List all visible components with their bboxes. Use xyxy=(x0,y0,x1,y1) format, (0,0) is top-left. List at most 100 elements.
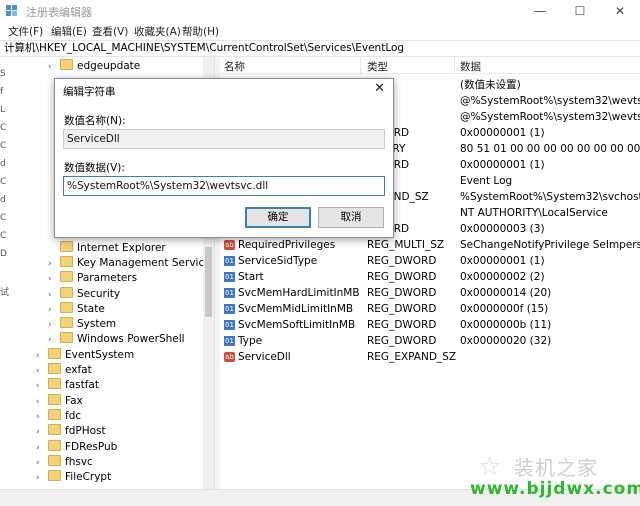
folder-icon xyxy=(48,470,61,481)
tree-item-key-management-service[interactable]: › Key Management Service xyxy=(48,256,211,271)
string-value-icon: ab xyxy=(224,352,235,362)
value-data-label: 数值数据(V): xyxy=(64,162,125,174)
menu-edit[interactable]: 编辑(E) xyxy=(51,24,87,39)
title-bar: 注册表编辑器 — ☐ ✕ xyxy=(0,0,640,22)
tree-item-state[interactable]: › State xyxy=(48,302,105,317)
maximize-button[interactable]: ☐ xyxy=(560,0,600,22)
expand-chevron-icon[interactable]: › xyxy=(48,272,60,287)
folder-icon xyxy=(48,424,61,435)
tree-item-windows-powershell[interactable]: › Windows PowerShell xyxy=(48,332,185,347)
expand-chevron-icon[interactable]: › xyxy=(48,288,60,303)
expand-chevron-icon[interactable]: › xyxy=(48,257,60,272)
tree-item-edgeupdate[interactable]: › edgeupdate xyxy=(48,59,140,74)
tree-item-parameters[interactable]: › Parameters xyxy=(48,271,137,286)
registry-editor-icon xyxy=(6,5,17,16)
tree-item-internet-explorer[interactable]: Internet Explorer xyxy=(48,241,166,256)
value-row[interactable]: 01 Type REG_DWORD 0x00000020 (32) xyxy=(220,333,640,349)
binary-value-icon: 01 xyxy=(224,304,235,314)
folder-icon xyxy=(60,332,73,343)
binary-value-icon: 01 xyxy=(224,320,235,330)
folder-icon xyxy=(60,317,73,328)
folder-icon xyxy=(48,455,61,466)
column-header-type[interactable]: 类型 xyxy=(367,59,388,74)
binary-value-icon: 01 xyxy=(224,336,235,346)
value-row[interactable]: ab ServiceDll REG_EXPAND_SZ xyxy=(220,349,640,365)
menu-help[interactable]: 帮助(H) xyxy=(182,24,219,39)
address-bar[interactable]: 计算机\HKEY_LOCAL_MACHINE\SYSTEM\CurrentCon… xyxy=(0,40,640,57)
ok-button[interactable]: 确定 xyxy=(245,207,311,228)
expand-chevron-icon[interactable]: › xyxy=(36,441,48,456)
folder-icon xyxy=(48,440,61,451)
folder-icon xyxy=(60,59,73,70)
expand-chevron-icon[interactable]: › xyxy=(36,395,48,410)
scrollbar-thumb[interactable] xyxy=(205,247,212,317)
binary-value-icon: 01 xyxy=(224,288,235,298)
value-name-field[interactable]: ServiceDll xyxy=(63,129,385,149)
tree-item-filecrypt[interactable]: › FileCrypt xyxy=(36,470,111,485)
tree-item-fdphost[interactable]: › fdPHost xyxy=(36,424,106,439)
folder-icon xyxy=(48,394,61,405)
value-name-label: 数值名称(N): xyxy=(64,115,126,127)
menu-file[interactable]: 文件(F) xyxy=(8,24,43,39)
tree-item-fdc[interactable]: › fdc xyxy=(36,409,81,424)
background-window-edge: S f L C C d C d C C D 试 xyxy=(0,57,10,489)
close-button[interactable]: ✕ xyxy=(600,0,640,22)
watermark: ☆ 装机之家 www.bjjdwx.com xyxy=(470,452,640,500)
value-row[interactable]: 01 ServiceSidType REG_DWORD 0x00000001 (1) xyxy=(220,253,640,269)
expand-chevron-icon[interactable]: › xyxy=(36,410,48,425)
menu-bar: 文件(F) 编辑(E) 查看(V) 收藏夹(A) 帮助(H) xyxy=(0,22,640,40)
watermark-site-name: 装机之家 xyxy=(514,456,598,480)
menu-favorites[interactable]: 收藏夹(A) xyxy=(134,24,181,39)
value-row[interactable]: ab RequiredPrivileges REG_MULTI_SZ SeChange… xyxy=(220,237,640,253)
folder-icon xyxy=(48,363,61,374)
expand-chevron-icon[interactable]: › xyxy=(48,303,60,318)
watermark-url: www.bjjdwx.com xyxy=(470,479,640,499)
column-divider[interactable] xyxy=(454,57,455,74)
value-data-input[interactable]: %SystemRoot%\System32\wevtsvc.dll xyxy=(63,176,385,196)
tree-item-eventsystem[interactable]: › EventSystem xyxy=(36,348,134,363)
folder-icon xyxy=(48,409,61,420)
tree-item-security[interactable]: › Security xyxy=(48,287,120,302)
expand-chevron-icon[interactable]: › xyxy=(48,318,60,333)
expand-chevron-icon[interactable]: › xyxy=(36,471,48,486)
column-divider[interactable] xyxy=(360,57,361,74)
value-row[interactable]: 01 SvcMemSoftLimitInMB REG_DWORD 0x0000000b… xyxy=(220,317,640,333)
folder-icon xyxy=(60,241,73,252)
value-row[interactable]: 01 Start REG_DWORD 0x00000002 (2) xyxy=(220,269,640,285)
expand-chevron-icon[interactable]: › xyxy=(36,379,48,394)
cancel-button[interactable]: 取消 xyxy=(318,207,384,228)
expand-chevron-icon[interactable]: › xyxy=(48,60,60,75)
edit-string-dialog: 编辑字符串 ✕ 数值名称(N): ServiceDll 数值数据(V): %Sy… xyxy=(54,78,394,238)
expand-chevron-icon[interactable]: › xyxy=(48,333,60,348)
tree-item-fdrespub[interactable]: › FDResPub xyxy=(36,440,117,455)
value-row[interactable]: 01 SvcMemMidLimitInMB REG_DWORD 0x0000000f … xyxy=(220,301,640,317)
value-row[interactable]: 01 SvcMemHardLimitInMB REG_DWORD 0x00000014… xyxy=(220,285,640,301)
column-header-data[interactable]: 数据 xyxy=(460,59,481,74)
tree-item-fastfat[interactable]: › fastfat xyxy=(36,378,99,393)
star-logo-icon: ☆ xyxy=(478,452,502,482)
column-header-name[interactable]: 名称 xyxy=(224,59,245,74)
minimize-button[interactable]: — xyxy=(520,0,560,22)
folder-icon xyxy=(60,256,73,267)
expand-chevron-icon[interactable]: › xyxy=(36,364,48,379)
expand-chevron-icon[interactable]: › xyxy=(36,456,48,471)
menu-view[interactable]: 查看(V) xyxy=(92,24,128,39)
folder-icon xyxy=(48,378,61,389)
expand-chevron-icon[interactable]: › xyxy=(36,425,48,440)
window-title: 注册表编辑器 xyxy=(26,6,92,19)
string-value-icon: ab xyxy=(224,240,235,250)
folder-icon xyxy=(60,287,73,298)
dialog-close-icon[interactable]: ✕ xyxy=(374,81,385,96)
binary-value-icon: 01 xyxy=(224,256,235,266)
tree-item-fax[interactable]: › Fax xyxy=(36,394,83,409)
folder-icon xyxy=(60,271,73,282)
dialog-title: 编辑字符串 xyxy=(63,86,116,98)
tree-item-exfat[interactable]: › exfat xyxy=(36,363,92,378)
list-header: 名称 类型 数据 xyxy=(220,57,640,74)
binary-value-icon: 01 xyxy=(224,272,235,282)
tree-item-system[interactable]: › System xyxy=(48,317,116,332)
folder-icon xyxy=(60,302,73,313)
expand-chevron-icon[interactable]: › xyxy=(36,349,48,364)
tree-item-fhsvc[interactable]: › fhsvc xyxy=(36,455,93,470)
folder-icon xyxy=(48,348,61,359)
